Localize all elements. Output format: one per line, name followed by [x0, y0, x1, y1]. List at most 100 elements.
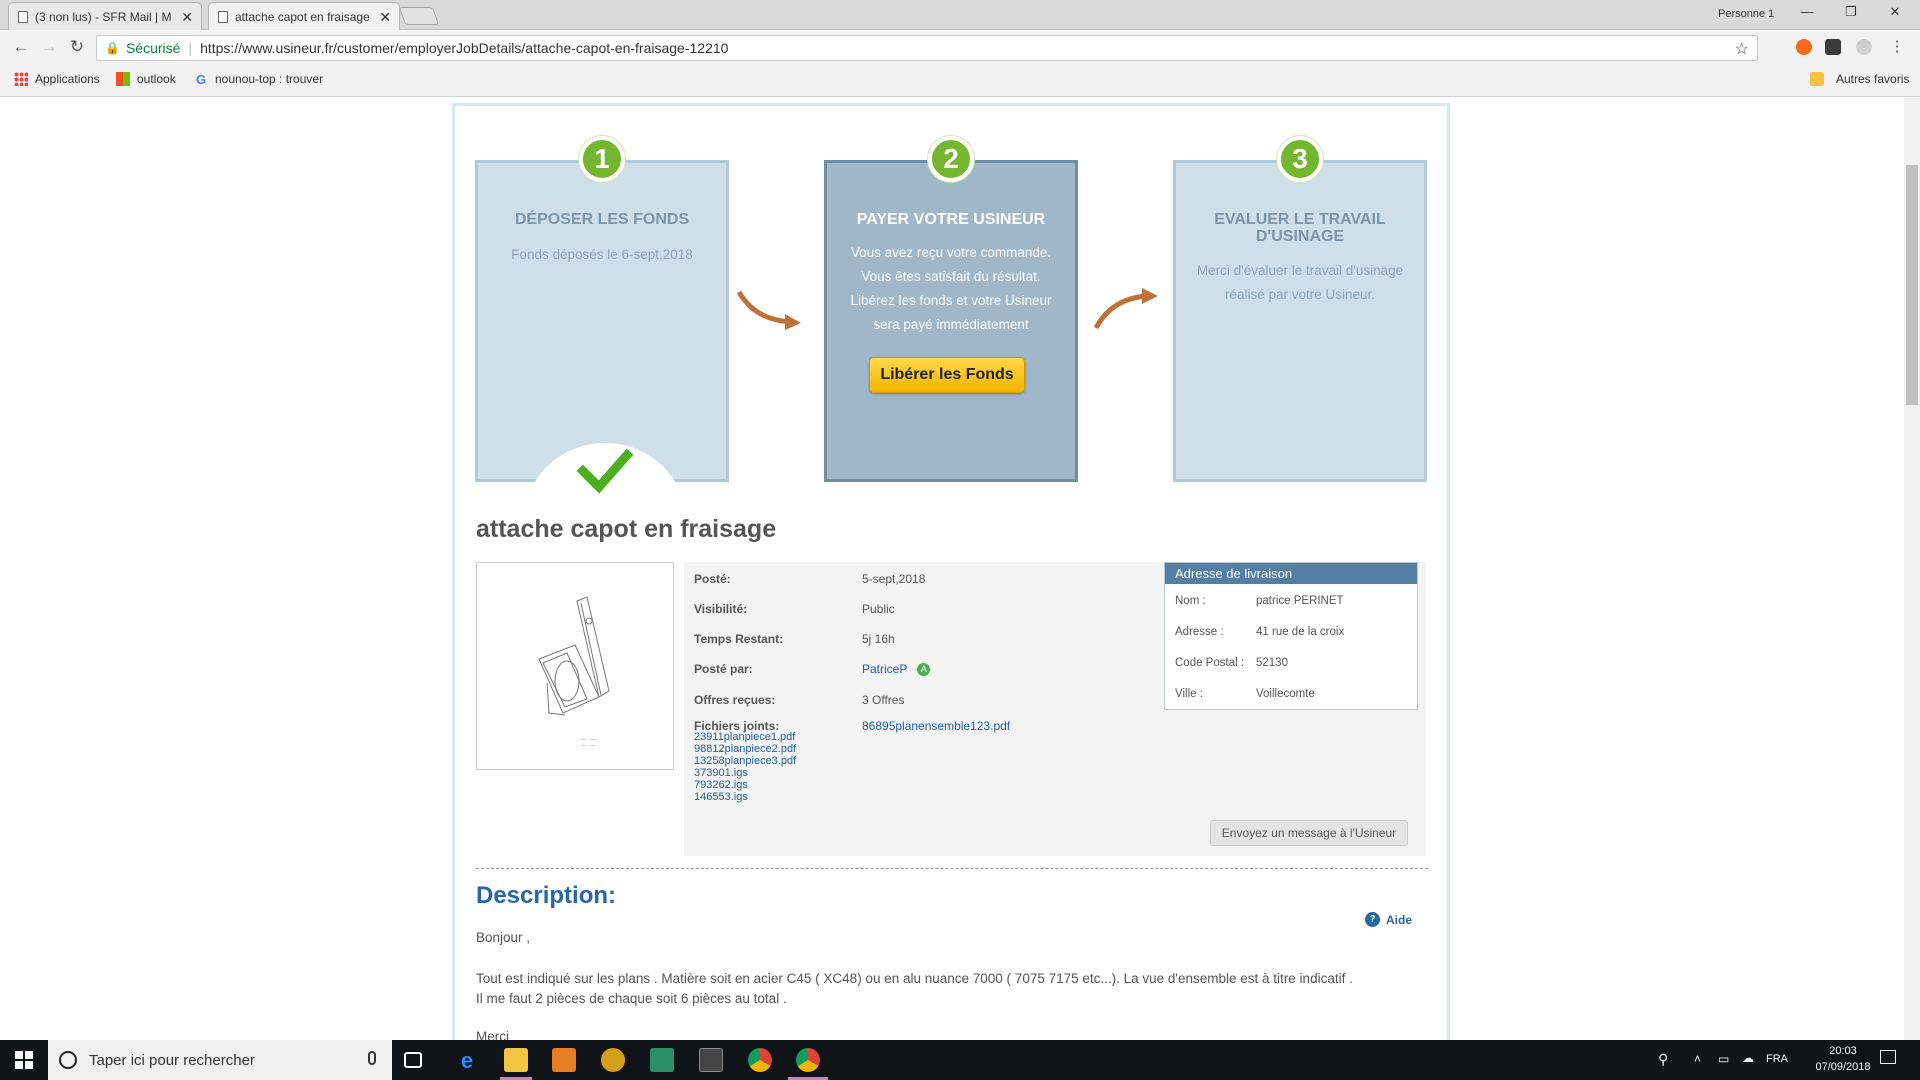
microsoft-icon: [116, 72, 130, 86]
forward-icon[interactable]: →: [38, 37, 60, 57]
task-view-icon[interactable]: [404, 1052, 422, 1068]
bookmark-outlook[interactable]: outlook: [116, 72, 176, 86]
step-card-evaluate: EVALUER LE TRAVAIL D'USINAGE Merci d'éva…: [1173, 160, 1427, 482]
office-app-icon[interactable]: [650, 1048, 674, 1072]
address-value: 41 rue de la croix: [1256, 626, 1345, 638]
people-icon[interactable]: ⚲: [1658, 1051, 1668, 1068]
minimize-icon[interactable]: —: [1792, 4, 1822, 19]
edge-icon[interactable]: e: [455, 1048, 479, 1073]
bookmarks-bar: Applications outlook G nounou-top : trou…: [0, 64, 1920, 97]
windows-start-button[interactable]: [0, 1040, 48, 1080]
reload-icon[interactable]: ↻: [66, 37, 88, 57]
bookmark-applications[interactable]: Applications: [14, 72, 100, 86]
security-label: Sécurisé: [125, 40, 181, 56]
tab-sfr-mail[interactable]: (3 non lus) - SFR Mail | M ✕: [8, 2, 202, 30]
chrome-icon[interactable]: [748, 1048, 772, 1072]
step-card-deposit: DÉPOSER LES FONDS Fonds déposés le 6-sep…: [475, 160, 729, 523]
detail-value: 3 Offres: [862, 693, 905, 707]
step-number-badge: 1: [579, 136, 625, 182]
menu-icon[interactable]: ⋮: [1886, 37, 1908, 55]
file-link[interactable]: 793262.igs: [694, 779, 796, 791]
step-title: PAYER VOTRE USINEUR: [856, 211, 1046, 228]
address-row: Ville : Voillecomte: [1175, 688, 1315, 700]
bookmark-label: outlook: [137, 72, 176, 86]
game-app-icon[interactable]: [601, 1048, 625, 1072]
network-icon[interactable]: ▭: [1718, 1052, 1729, 1066]
help-link[interactable]: ? Aide: [1365, 912, 1412, 927]
address-label: Nom :: [1175, 595, 1206, 607]
tab-title: attache capot en fraisage: [235, 9, 370, 24]
file-explorer-icon[interactable]: [504, 1048, 528, 1072]
cortana-icon: [59, 1051, 77, 1069]
tab-attache-capot[interactable]: attache capot en fraisage ✕: [208, 2, 400, 30]
restore-icon[interactable]: ❐: [1836, 4, 1866, 20]
new-tab-button[interactable]: [398, 7, 440, 25]
action-center-icon[interactable]: [1880, 1050, 1896, 1064]
calculator-icon[interactable]: [699, 1048, 723, 1072]
send-message-button[interactable]: Envoyez un message à l'Usineur: [1210, 820, 1408, 846]
browser-tab-bar: (3 non lus) - SFR Mail | M ✕ attache cap…: [0, 0, 1920, 30]
file-link[interactable]: 98812planpiece2.pdf: [694, 743, 796, 755]
address-label: Adresse :: [1175, 626, 1224, 638]
close-icon[interactable]: ✕: [379, 9, 391, 26]
bookmark-label: Autres favoris: [1836, 72, 1910, 86]
checkmark-icon: [576, 448, 634, 494]
extension-icon[interactable]: [1825, 39, 1841, 55]
detail-value: 5-sept,2018: [862, 572, 926, 586]
bookmark-star-icon[interactable]: ☆: [1735, 39, 1749, 59]
language-indicator[interactable]: FRA: [1766, 1053, 1788, 1065]
search-placeholder: Taper ici pour rechercher: [89, 1051, 255, 1069]
posted-by: PatriceP A: [862, 662, 931, 676]
step-title: EVALUER LE TRAVAIL D'USINAGE: [1176, 211, 1424, 245]
file-link[interactable]: 13258planpiece3.pdf: [694, 755, 796, 767]
job-title: attache capot en fraisage: [476, 515, 777, 543]
bookmark-nounou-top[interactable]: G nounou-top : trouver: [196, 72, 324, 87]
bookmark-label: nounou-top : trouver: [215, 72, 324, 86]
microphone-icon[interactable]: [368, 1051, 376, 1065]
back-icon[interactable]: ←: [10, 37, 32, 57]
address-bar[interactable]: 🔒 Sécurisé | https://www.usineur.fr/cust…: [96, 35, 1758, 61]
separator: |: [188, 40, 193, 56]
curved-arrow-icon: [736, 290, 801, 330]
help-icon: ?: [1365, 912, 1380, 927]
step-title-line: EVALUER LE TRAVAIL: [1214, 211, 1386, 228]
step-text-line: Libérez les fonds et votre Usineur: [850, 293, 1052, 308]
poster-link[interactable]: PatriceP: [862, 662, 907, 676]
file-link[interactable]: 86895planensemble123.pdf: [862, 719, 1010, 733]
step-text-line: Vous avez reçu votre commande.: [850, 245, 1052, 260]
address-value: Voillecomte: [1256, 688, 1315, 700]
media-app-icon[interactable]: [552, 1048, 576, 1072]
release-funds-button[interactable]: Libérer les Fonds: [869, 357, 1025, 393]
file-list: 23911planpiece1.pdf 98812planpiece2.pdf …: [694, 731, 796, 803]
extension-icon[interactable]: [1796, 39, 1812, 55]
file-link[interactable]: 373901.igs: [694, 767, 796, 779]
step-number-badge: 2: [928, 136, 974, 182]
step-text-line: Merci d'évaluer le travail d'usinage: [1196, 263, 1404, 278]
profile-name[interactable]: Personne 1: [1718, 8, 1774, 20]
scrollbar-thumb[interactable]: [1906, 165, 1918, 405]
detail-label: Offres reçues:: [694, 693, 776, 707]
close-icon[interactable]: ✕: [181, 9, 193, 26]
verified-badge-icon: A: [917, 662, 931, 676]
job-drawing-thumbnail[interactable]: — · — · — · —: [476, 562, 674, 770]
clock-time[interactable]: 20:03: [1818, 1045, 1868, 1057]
drawing-preview: — · — · — · —: [538, 596, 610, 749]
description-line: Tout est indiqué sur les plans . Matière…: [476, 971, 1353, 986]
taskbar-search-box[interactable]: Taper ici pour rechercher: [48, 1040, 392, 1080]
clock-date[interactable]: 07/09/2018: [1808, 1061, 1878, 1073]
address-heading: Adresse de livraison: [1165, 563, 1417, 584]
url-text[interactable]: https://www.usineur.fr/customer/employer…: [200, 40, 728, 56]
windows-taskbar: Taper ici pour rechercher e ⚲ ˄ ▭ ☁ FRA …: [0, 1040, 1920, 1080]
browser-toolbar: ← → ↻ 🔒 Sécurisé | https://www.usineur.f…: [0, 31, 1920, 64]
extension-icon[interactable]: [1856, 39, 1872, 55]
onedrive-icon[interactable]: ☁: [1742, 1051, 1754, 1065]
file-link[interactable]: 146553.igs: [694, 791, 796, 803]
description-line: Merci: [476, 1029, 509, 1040]
close-window-icon[interactable]: ✕: [1880, 4, 1910, 20]
step-title: DÉPOSER LES FONDS: [514, 211, 690, 228]
chrome-active-icon[interactable]: [796, 1048, 820, 1072]
chevron-up-icon[interactable]: ˄: [1694, 1052, 1701, 1066]
bookmark-label: Applications: [35, 72, 100, 86]
file-link[interactable]: 23911planpiece1.pdf: [694, 731, 796, 743]
other-bookmarks[interactable]: Autres favoris: [1810, 72, 1909, 86]
